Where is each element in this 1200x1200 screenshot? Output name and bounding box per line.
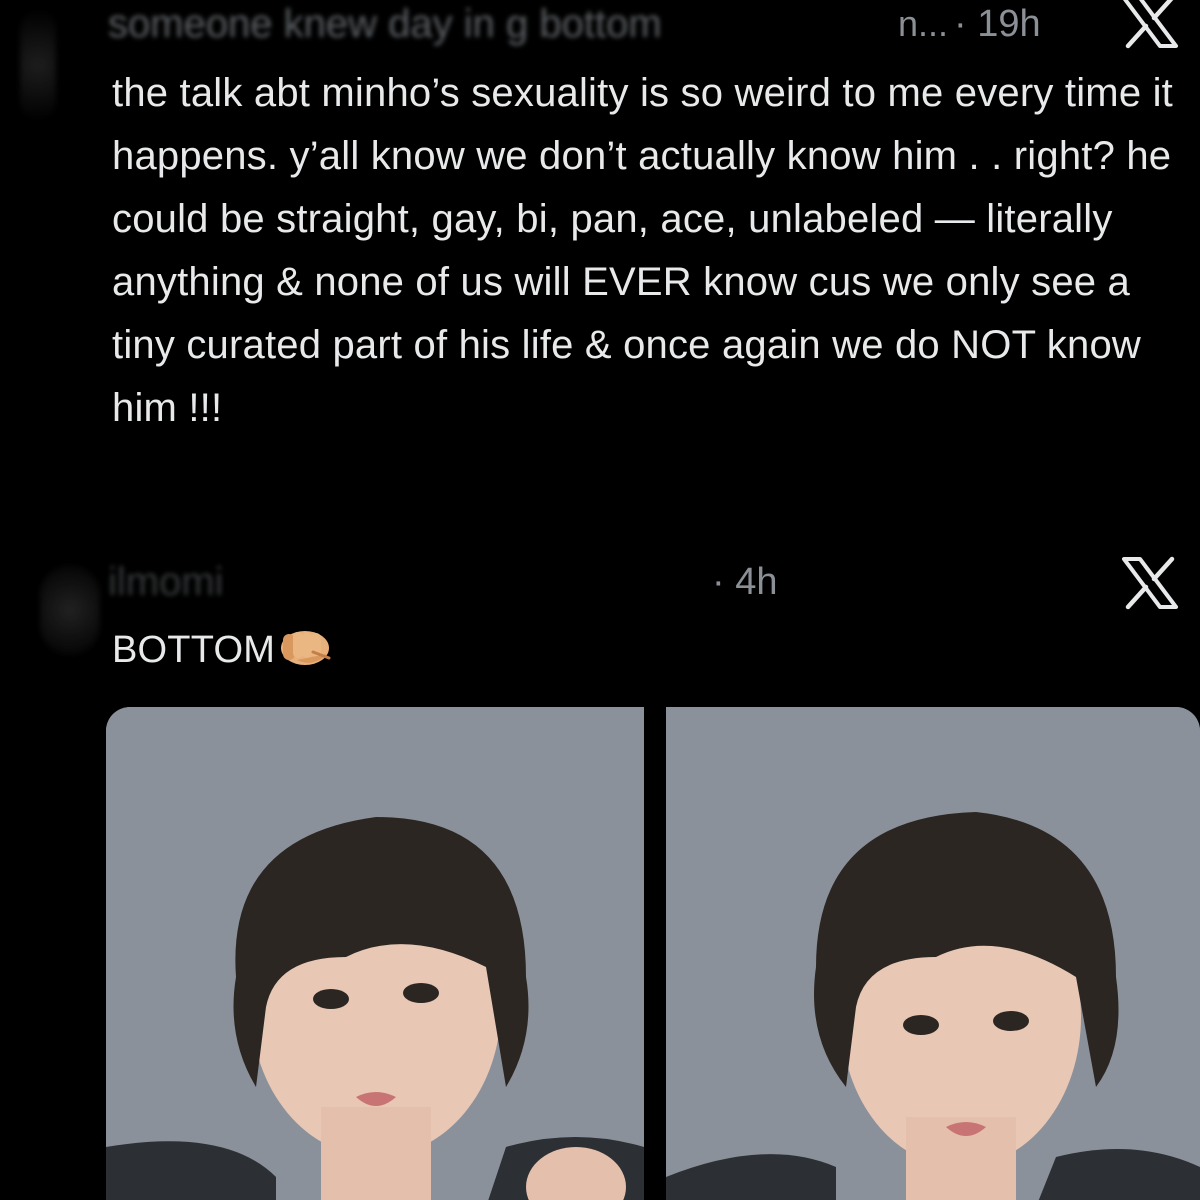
x-logo-icon — [1122, 556, 1178, 610]
author-handle-tail: n... — [898, 3, 949, 44]
tweet-text-content: BOTTOM — [112, 629, 276, 671]
tweet-header: ilmomi · 4h — [108, 557, 777, 607]
photo[interactable] — [666, 707, 1200, 1200]
media-grid — [106, 707, 1200, 1200]
avatar-column — [0, 0, 100, 200]
avatar[interactable] — [40, 565, 100, 655]
tweet-2[interactable]: ilmomi · 4h BOTTOM — [0, 545, 1200, 1200]
author-handle[interactable]: ilmomi — [108, 560, 706, 605]
tweet-header: someone knew day in g bottom n... · 19h — [108, 2, 1041, 46]
photo[interactable] — [106, 707, 644, 1200]
tweet-text: BOTTOM — [112, 619, 1192, 682]
x-logo-icon — [1123, 0, 1178, 49]
tweet-timestamp[interactable]: · 19h — [954, 3, 1041, 46]
tweet-text: the talk abt minho’s sexuality is so wei… — [112, 71, 1173, 430]
author-handle[interactable]: someone knew day in g bottom — [108, 2, 898, 47]
tweet-timestamp[interactable]: · 4h — [712, 561, 777, 604]
avatar[interactable] — [20, 10, 56, 120]
avatar-column — [0, 545, 100, 665]
fist-pointing-emoji-icon — [281, 631, 331, 665]
tweet-1[interactable]: someone knew day in g bottom n... · 19h … — [0, 0, 1200, 540]
